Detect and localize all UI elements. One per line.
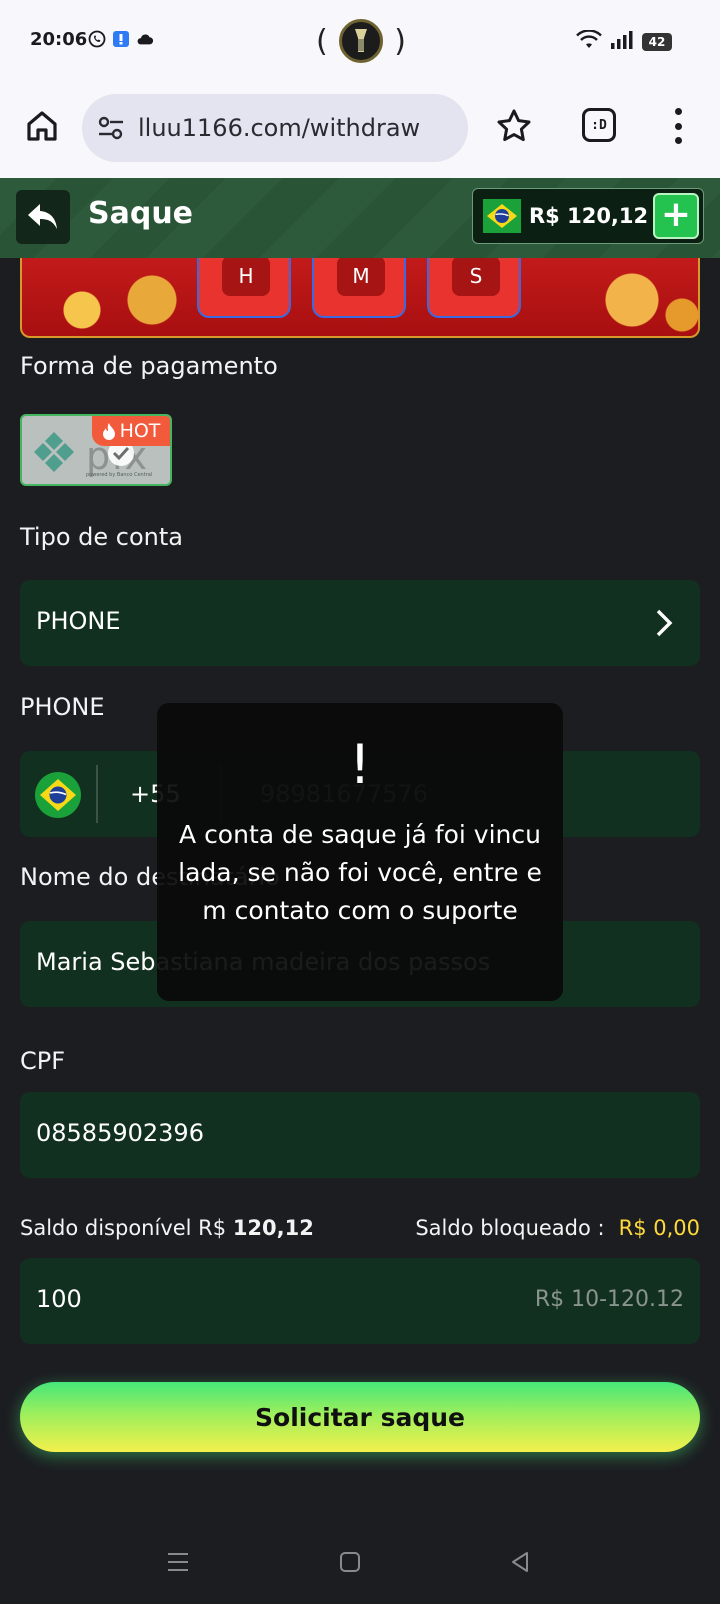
back-button[interactable] <box>16 190 70 244</box>
bookmark-star-icon[interactable] <box>494 106 534 146</box>
brazil-flag-icon <box>483 199 521 233</box>
account-type-select[interactable]: PHONE <box>20 580 700 666</box>
paren-close: ) <box>394 23 406 59</box>
pix-logo-icon <box>34 432 74 472</box>
payment-method-label: Forma de pagamento <box>20 352 278 380</box>
status-bar: 20:06 ( ) 42 <box>0 0 720 84</box>
signal-icon <box>610 30 634 54</box>
exclamation-icon: ! <box>349 733 371 796</box>
wifi-icon <box>576 29 602 54</box>
url-text: lluu1166.com/withdraw <box>138 114 421 142</box>
flashlight-indicator: ( ) <box>316 18 406 64</box>
deposit-plus-button[interactable]: + <box>653 193 699 239</box>
divider <box>96 765 98 823</box>
page-title: Saque <box>88 196 194 231</box>
battery-icon: 42 <box>642 33 672 51</box>
site-settings-icon[interactable] <box>96 113 126 143</box>
account-type-value: PHONE <box>36 607 121 635</box>
tabs-button[interactable]: :D <box>582 108 616 142</box>
pix-subtitle: powered by Banco Central <box>86 472 153 478</box>
pix-payment-option[interactable]: pix powered by Banco Central HOT <box>20 414 172 486</box>
amount-input[interactable]: 100 <box>36 1285 82 1313</box>
flashlight-icon <box>339 19 383 63</box>
brazil-flag-icon[interactable] <box>34 771 82 819</box>
more-menu-icon[interactable] <box>668 108 688 144</box>
home-nav-icon[interactable] <box>336 1548 364 1576</box>
status-icons-right: 42 <box>576 29 672 54</box>
hot-badge-text: HOT <box>119 420 161 442</box>
system-nav-bar <box>0 1530 720 1604</box>
cpf-input[interactable]: 08585902396 <box>36 1119 204 1147</box>
back-arrow-icon <box>28 204 57 229</box>
chevron-right-icon <box>656 609 673 637</box>
browser-toolbar: lluu1166.com/withdraw :D <box>0 84 720 178</box>
balance-amount: R$ 120,12 <box>529 204 649 228</box>
available-balance-label: Saldo disponível R$ <box>20 1216 227 1240</box>
toast-message: A conta de saque já foi vinculada, se nã… <box>178 820 542 925</box>
address-bar[interactable]: lluu1166.com/withdraw <box>82 94 468 162</box>
timer-unit-s: S <box>452 256 500 296</box>
whatsapp-icon <box>88 30 106 48</box>
cpf-label: CPF <box>20 1047 66 1075</box>
account-type-label: Tipo de conta <box>20 523 183 551</box>
page-header: Saque R$ 120,12 + <box>0 178 720 258</box>
request-withdraw-button[interactable]: Solicitar saque <box>20 1382 700 1452</box>
home-icon[interactable] <box>24 108 60 144</box>
timer-unit-h: H <box>222 256 270 296</box>
amount-field[interactable]: 100 R$ 10-120.12 <box>20 1258 700 1344</box>
cpf-field[interactable]: 08585902396 <box>20 1092 700 1178</box>
amount-range: R$ 10-120.12 <box>534 1287 684 1312</box>
clock: 20:06 <box>30 29 88 50</box>
fire-icon <box>102 423 115 440</box>
cloud-icon <box>136 30 154 48</box>
paren-open: ( <box>316 23 328 59</box>
available-balance: Saldo disponível R$ 120,12 <box>20 1216 314 1240</box>
status-icons-left <box>88 30 154 48</box>
blocked-balance-value: R$ 0,00 <box>618 1216 700 1240</box>
phone-label: PHONE <box>20 693 105 721</box>
available-balance-value: 120,12 <box>232 1216 314 1240</box>
notification-icon <box>112 30 130 48</box>
recent-apps-icon[interactable] <box>164 1548 192 1576</box>
timer-unit-m: M <box>337 256 385 296</box>
error-toast: ! A conta de saque já foi vinculada, se … <box>157 703 563 1001</box>
blocked-balance-label: Saldo bloqueado : <box>415 1216 605 1240</box>
blocked-balance: Saldo bloqueado : R$ 0,00 <box>415 1216 700 1240</box>
balance-display: R$ 120,12 + <box>472 188 704 244</box>
back-nav-icon[interactable] <box>506 1548 534 1576</box>
hot-badge: HOT <box>92 416 170 446</box>
